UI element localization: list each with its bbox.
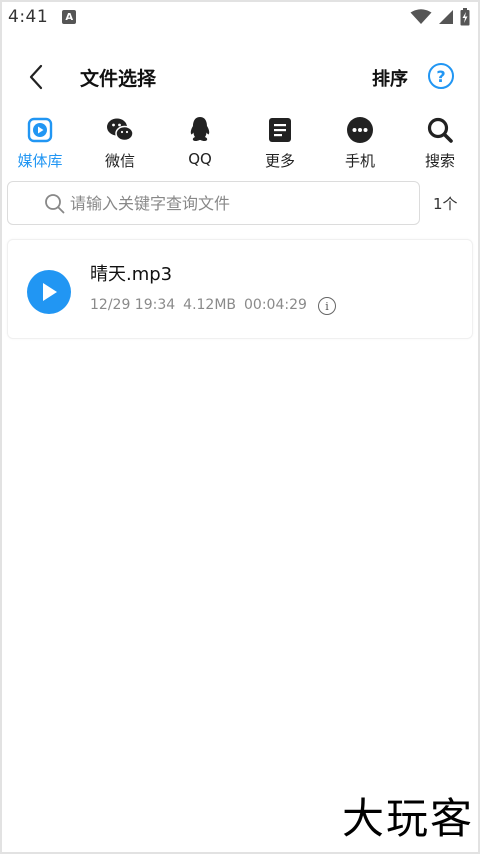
tab-label: 媒体库 xyxy=(17,152,63,170)
list-item[interactable]: 晴天.mp3 12/29 19:34 4.12MB 00:04:29 i xyxy=(7,239,473,339)
document-icon xyxy=(266,116,294,144)
tab-label: 手机 xyxy=(344,152,375,170)
file-count: 1个 xyxy=(433,195,458,213)
status-time: 4:41 xyxy=(8,7,49,27)
wechat-icon xyxy=(106,116,134,144)
title-bar: 文件选择 排序 ? xyxy=(0,50,480,104)
tab-search[interactable]: 搜索 xyxy=(405,114,475,174)
page-title: 文件选择 xyxy=(80,68,157,90)
file-date: 12/29 19:34 xyxy=(90,297,176,313)
file-meta: 12/29 19:34 4.12MB 00:04:29 xyxy=(90,297,307,313)
search-icon xyxy=(426,116,454,144)
tab-more[interactable]: 更多 xyxy=(245,114,315,174)
watermark: 大玩客 xyxy=(341,794,474,843)
tab-media-library[interactable]: 媒体库 xyxy=(5,114,75,174)
search-field-icon xyxy=(45,194,65,214)
source-tabs: 媒体库 微信 QQ 更多 手机 搜索 xyxy=(0,114,480,174)
status-bar: 4:41 A xyxy=(0,0,480,34)
search-input[interactable] xyxy=(70,193,410,213)
info-button[interactable]: i xyxy=(318,297,336,315)
file-size: 4.12MB xyxy=(183,297,237,313)
status-icons xyxy=(410,8,470,26)
help-icon: ? xyxy=(436,66,446,86)
tab-label: QQ xyxy=(188,150,212,168)
file-name: 晴天.mp3 xyxy=(90,264,173,285)
help-button[interactable]: ? xyxy=(428,63,454,89)
notification-badge: A xyxy=(62,10,77,24)
play-button[interactable] xyxy=(27,270,71,314)
wifi-icon xyxy=(410,9,432,24)
play-icon xyxy=(43,283,57,301)
qq-icon xyxy=(186,116,214,144)
tab-label: 微信 xyxy=(104,152,135,170)
search-box xyxy=(7,181,420,225)
tab-qq[interactable]: QQ xyxy=(165,114,235,174)
tab-label: 更多 xyxy=(264,152,295,170)
battery-charging-icon xyxy=(460,8,470,26)
more-dots-icon xyxy=(346,116,374,144)
back-button[interactable] xyxy=(22,62,50,92)
media-library-icon xyxy=(26,116,54,144)
back-arrow-icon xyxy=(29,64,43,90)
signal-icon xyxy=(439,10,453,24)
info-icon: i xyxy=(325,299,329,313)
sort-button[interactable]: 排序 xyxy=(372,65,408,91)
tab-phone[interactable]: 手机 xyxy=(325,114,395,174)
tab-wechat[interactable]: 微信 xyxy=(85,114,155,174)
file-duration: 00:04:29 xyxy=(244,297,307,313)
tab-label: 搜索 xyxy=(424,152,455,170)
